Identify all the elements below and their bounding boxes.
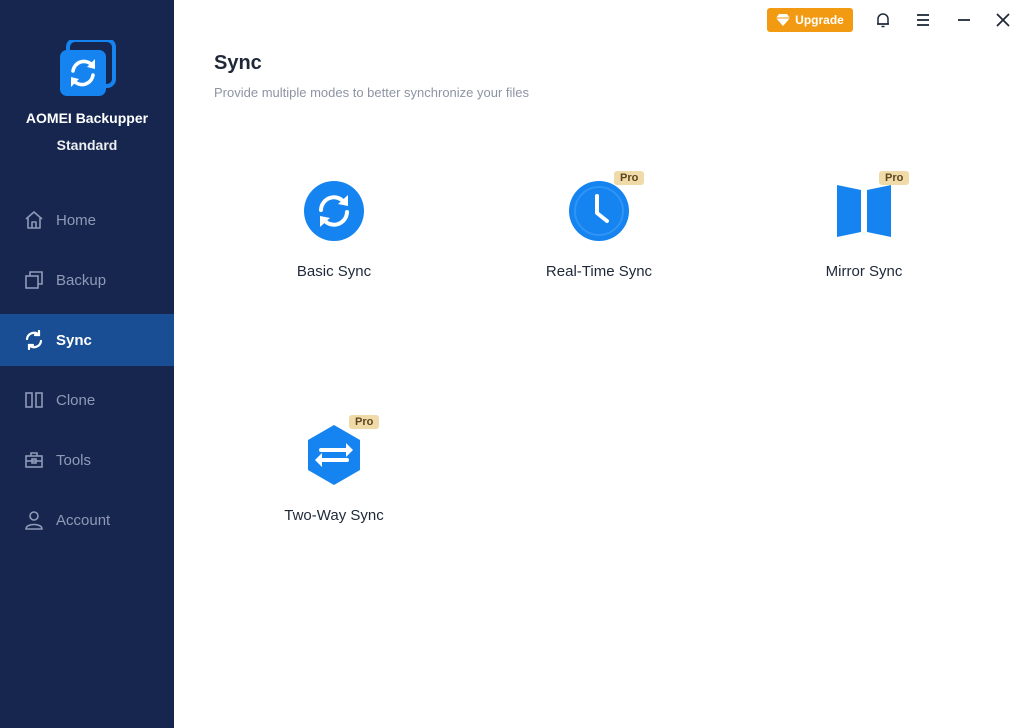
sidebar: AOMEI Backupper Standard Home Backup Syn… — [0, 0, 174, 728]
option-label: Mirror Sync — [825, 263, 903, 280]
minimize-icon[interactable] — [954, 10, 974, 30]
option-label: Basic Sync — [296, 263, 372, 280]
mirror-sync-option[interactable]: Pro Mirror Sync — [779, 171, 949, 311]
sidebar-item-label: Home — [56, 211, 97, 229]
account-icon — [23, 509, 45, 531]
basic-sync-icon — [304, 181, 364, 241]
two-way-sync-option[interactable]: Pro Two-Way Sync — [249, 415, 419, 555]
sync-icon — [23, 329, 45, 351]
menu-icon[interactable] — [913, 10, 933, 30]
pro-badge: Pro — [349, 415, 380, 429]
sidebar-item-label: Sync — [56, 331, 92, 349]
app-edition: Standard — [56, 137, 118, 153]
close-icon[interactable] — [993, 10, 1013, 30]
pro-badge: Pro — [614, 171, 645, 185]
diamond-icon — [776, 14, 791, 26]
clone-icon — [23, 389, 45, 411]
sidebar-item-clone[interactable]: Clone — [0, 374, 174, 426]
home-icon — [23, 209, 45, 231]
backup-icon — [23, 269, 45, 291]
basic-sync-option[interactable]: Basic Sync — [249, 181, 419, 311]
app-name: AOMEI Backupper — [25, 110, 149, 126]
real-time-sync-option[interactable]: Pro Real-Time Sync — [514, 171, 684, 311]
page-title: Sync — [214, 52, 262, 74]
sidebar-item-label: Clone — [56, 391, 96, 409]
option-label: Two-Way Sync — [284, 507, 384, 524]
sidebar-item-backup[interactable]: Backup — [0, 254, 174, 306]
sidebar-item-label: Tools — [56, 451, 92, 469]
pro-badge: Pro — [879, 171, 910, 185]
sidebar-item-label: Account — [56, 511, 111, 529]
sidebar-item-label: Backup — [56, 271, 107, 289]
mirror-sync-icon — [834, 181, 894, 241]
tools-icon — [23, 449, 45, 471]
option-label: Real-Time Sync — [545, 263, 653, 280]
sidebar-item-home[interactable]: Home — [0, 194, 174, 246]
real-time-sync-icon — [569, 181, 629, 241]
notification-bell-icon[interactable] — [873, 10, 893, 30]
sidebar-item-sync[interactable]: Sync — [0, 314, 174, 366]
sidebar-item-tools[interactable]: Tools — [0, 434, 174, 486]
upgrade-label: Upgrade — [795, 13, 844, 27]
app-logo-icon — [58, 38, 116, 98]
two-way-sync-icon — [304, 425, 364, 485]
upgrade-button[interactable]: Upgrade — [767, 8, 853, 32]
sidebar-item-account[interactable]: Account — [0, 494, 174, 546]
page-subtitle: Provide multiple modes to better synchro… — [214, 85, 530, 100]
